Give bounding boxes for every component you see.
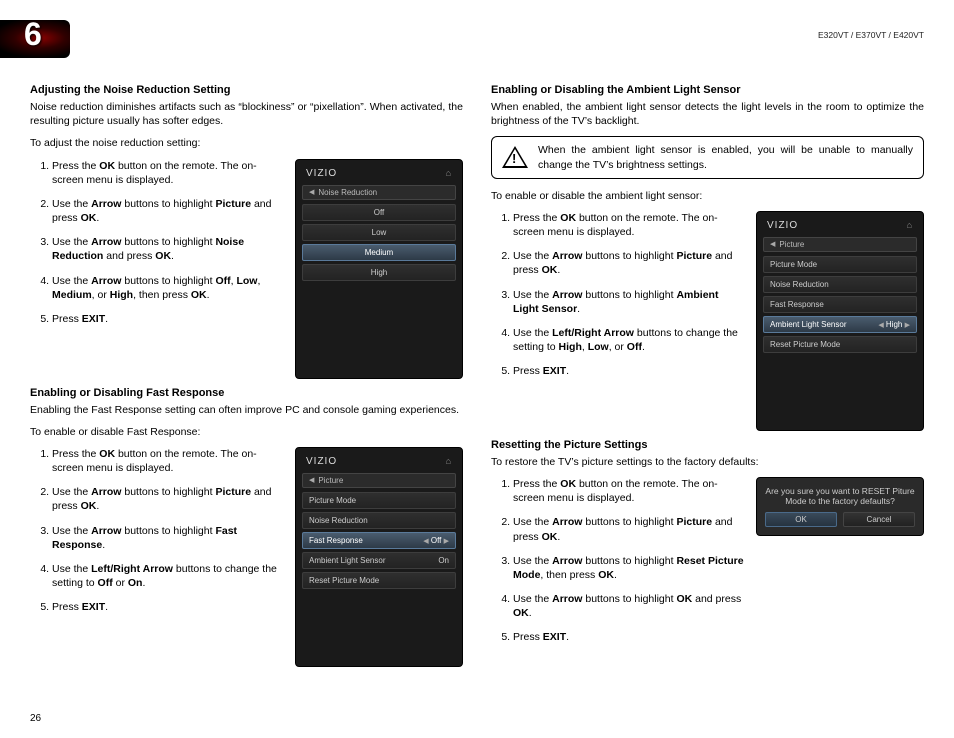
nr-step-1: Press the OK button on the remote. The o… [52,159,283,187]
tv-menu-row: Picture Mode [763,256,917,273]
warning-box: ! When the ambient light sensor is enabl… [491,136,924,178]
fr-step-2: Use the Arrow buttons to highlight Pictu… [52,485,283,513]
page-header: 6 E320VT / E370VT / E420VT [30,20,924,62]
als-step-5: Press EXIT. [513,364,744,378]
rst-title: Resetting the Picture Settings [491,439,924,451]
tv-menu-row: Noise Reduction [763,276,917,293]
page-number: 26 [30,713,41,724]
rst-step-5: Press EXIT. [513,630,744,644]
fr-lead: To enable or disable Fast Response: [30,425,463,439]
tv-menu-option: High [302,264,456,281]
nr-lead: To adjust the noise reduction setting: [30,136,463,150]
rst-step-4: Use the Arrow buttons to highlight OK an… [513,592,744,620]
home-icon: ⌂ [446,456,452,466]
tv-screenshot-ambient-light: VIZIO⌂ ◀Picture Picture ModeNoise Reduct… [756,211,924,431]
tv-menu-row: Fast Response◀ Off ▶ [302,532,456,549]
back-arrow-icon: ◀ [309,476,314,484]
tv-screenshot-fast-response: VIZIO⌂ ◀Picture Picture ModeNoise Reduct… [295,447,463,667]
fr-step-5: Press EXIT. [52,600,283,614]
left-column: Adjusting the Noise Reduction Setting No… [30,76,463,667]
als-intro: When enabled, the ambient light sensor d… [491,100,924,128]
rst-lead: To restore the TV’s picture settings to … [491,455,924,469]
als-step-2: Use the Arrow buttons to highlight Pictu… [513,249,744,277]
nr-step-5: Press EXIT. [52,312,283,326]
tv-menu-row: Reset Picture Mode [763,336,917,353]
home-icon: ⌂ [446,168,452,178]
als-lead: To enable or disable the ambient light s… [491,189,924,203]
nr-title: Adjusting the Noise Reduction Setting [30,84,463,96]
nr-step-2: Use the Arrow buttons to highlight Pictu… [52,197,283,225]
tv-brand: VIZIO [306,168,337,179]
fr-intro: Enabling the Fast Response setting can o… [30,403,463,417]
tv-menu-option: Medium [302,244,456,261]
nr-step-3: Use the Arrow buttons to highlight Noise… [52,235,283,263]
nr-intro: Noise reduction diminishes artifacts suc… [30,100,463,128]
tv-screenshot-reset-dialog: Are you sure you want to RESET Piture Mo… [756,477,924,536]
tv-menu-row: Picture Mode [302,492,456,509]
model-line: E320VT / E370VT / E420VT [818,30,924,40]
dialog-cancel-button: Cancel [843,512,915,527]
tv-menu-row: Noise Reduction [302,512,456,529]
fr-step-4: Use the Left/Right Arrow buttons to chan… [52,562,283,590]
als-step-4: Use the Left/Right Arrow buttons to chan… [513,326,744,354]
right-column: Enabling or Disabling the Ambient Light … [491,76,924,667]
nr-steps: Press the OK button on the remote. The o… [30,159,283,337]
tv-screenshot-noise-reduction: VIZIO ⌂ ◀Noise Reduction Off Low Medium High [295,159,463,379]
als-title: Enabling or Disabling the Ambient Light … [491,84,924,96]
fr-title: Enabling or Disabling Fast Response [30,387,463,399]
tv-menu-row: Ambient Light SensorOn [302,552,456,569]
rst-step-2: Use the Arrow buttons to highlight Pictu… [513,515,744,543]
home-icon: ⌂ [907,220,913,230]
chapter-number: 6 [24,16,42,53]
back-arrow-icon: ◀ [309,188,314,196]
tv-menu-row: Fast Response [763,296,917,313]
rst-steps: Press the OK button on the remote. The o… [491,477,744,655]
fr-step-3: Use the Arrow buttons to highlight Fast … [52,524,283,552]
als-steps: Press the OK button on the remote. The o… [491,211,744,389]
back-arrow-icon: ◀ [770,240,775,248]
fr-steps: Press the OK button on the remote. The o… [30,447,283,625]
tv-menu-option: Off [302,204,456,221]
als-step-3: Use the Arrow buttons to highlight Ambie… [513,288,744,316]
fr-step-1: Press the OK button on the remote. The o… [52,447,283,475]
rst-step-1: Press the OK button on the remote. The o… [513,477,744,505]
als-step-1: Press the OK button on the remote. The o… [513,211,744,239]
tv-menu-row: Ambient Light Sensor◀ High ▶ [763,316,917,333]
dialog-ok-button: OK [765,512,837,527]
tv-menu-option: Low [302,224,456,241]
warning-text: When the ambient light sensor is enabled… [538,143,913,171]
tv-menu-row: Reset Picture Mode [302,572,456,589]
warning-icon: ! [502,146,528,170]
rst-step-3: Use the Arrow buttons to highlight Reset… [513,554,744,582]
dialog-message: Are you sure you want to RESET Piture Mo… [765,486,915,506]
nr-step-4: Use the Arrow buttons to highlight Off, … [52,274,283,302]
tv-breadcrumb: ◀Noise Reduction [302,185,456,200]
